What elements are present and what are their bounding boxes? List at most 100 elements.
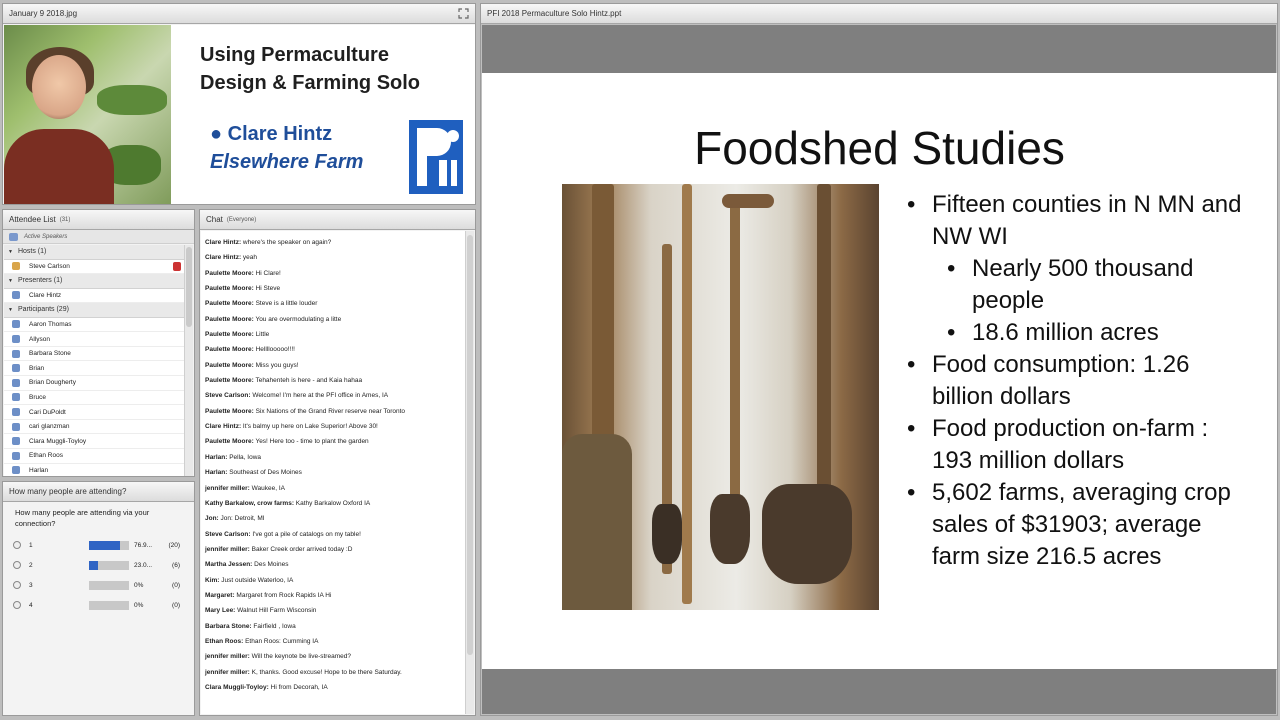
chat-text: Hellllooooo!!!! xyxy=(253,346,295,354)
attendee-row[interactable]: Harlan xyxy=(4,464,187,476)
attendee-row[interactable]: Bruce xyxy=(4,391,187,406)
attendee-name: Aaron Thomas xyxy=(29,320,72,328)
attendee-row[interactable]: Aaron Thomas xyxy=(4,318,187,333)
microphone-icon[interactable] xyxy=(173,261,181,271)
poll-option-label: 2 xyxy=(29,561,33,569)
chat-scope[interactable]: (Everyone) xyxy=(227,217,256,223)
host-icon xyxy=(12,262,20,271)
fullscreen-icon[interactable] xyxy=(458,8,469,19)
attendee-row[interactable]: Barbara Stone xyxy=(4,347,187,362)
chat-sender: Paulette Moore: xyxy=(205,346,254,354)
participant-icon xyxy=(12,451,20,460)
radio-button[interactable] xyxy=(13,541,21,549)
attendee-row[interactable]: cari glanzman xyxy=(4,420,187,435)
collapse-arrow-icon: ▼ xyxy=(8,306,13,313)
radio-button[interactable] xyxy=(13,601,21,609)
chat-text: Margaret from Rock Rapids IA Hi xyxy=(234,591,332,599)
chat-text: I've got a pile of catalogs on my table! xyxy=(250,530,361,538)
participant-list: Aaron Thomas Allyson Barbara Stone Brian Bri… xyxy=(4,318,187,476)
participants-group[interactable]: ▼ Participants (29) xyxy=(4,303,187,318)
chat-sender: Clare Hintz: xyxy=(205,254,242,262)
chat-message: Paulette Moore: Hi Clare! xyxy=(201,266,466,281)
chat-text: Yes! Here too - time to plant the garden xyxy=(253,438,369,446)
chat-scrollbar[interactable] xyxy=(465,231,474,714)
presenters-group[interactable]: ▼ Presenters (1) xyxy=(4,274,187,289)
radio-button[interactable] xyxy=(13,561,21,569)
chat-text: Welcome! I'm here at the PFI office in A… xyxy=(250,392,389,400)
tools-photo xyxy=(562,184,879,610)
attendee-row[interactable]: Cari DuPoldt xyxy=(4,405,187,420)
poll-option-label: 3 xyxy=(29,581,33,589)
chat-sender: Paulette Moore: xyxy=(205,377,254,385)
active-speakers-row[interactable]: Active Speakers xyxy=(3,230,194,244)
poll-option-label: 4 xyxy=(29,601,33,609)
attendee-row[interactable]: Ethan Roos xyxy=(4,449,187,464)
chat-sender: Kim: xyxy=(205,576,220,584)
chat-message: jennifer miller: Baker Creek order arriv… xyxy=(201,542,466,557)
attendee-row[interactable]: Clara Muggli-Toyloy xyxy=(4,434,187,450)
poll-option[interactable]: 3 0% (0) xyxy=(13,578,191,592)
share-pod-title-bar: PFI 2018 Permaculture Solo Hintz.ppt xyxy=(481,4,1277,24)
chat-text: Little xyxy=(253,331,270,339)
chat-message: Steve Carlson: I've got a pile of catalo… xyxy=(201,527,466,542)
chat-text: Tehahenteh is here - and Kaia hahaa xyxy=(253,377,363,385)
attendee-row-presenter[interactable]: Clare Hintz xyxy=(4,288,187,304)
poll-result-percent: 23.0... xyxy=(134,561,153,569)
chat-text: Pella, Iowa xyxy=(227,453,262,461)
slide-sub-bullet: Nearly 500 thousand people xyxy=(902,253,1242,317)
presenter-name: ● Clare Hintz xyxy=(210,123,333,145)
slide-bullet: 5,602 farms, averaging crop sales of $31… xyxy=(902,477,1242,573)
chat-message: Clara Muggli-Toyloy: Hi from Decorah, IA xyxy=(201,680,466,695)
image-heading: Using Permaculture Design & Farming Solo xyxy=(200,44,421,94)
slide-bullet: Food consumption: 1.26 billion dollars xyxy=(902,349,1242,413)
camera-pod-title-bar: January 9 2018.jpg xyxy=(3,4,475,24)
chat-message: Ethan Roos: Ethan Roos: Cumming IA xyxy=(201,634,466,649)
poll-option[interactable]: 2 23.0... (6) xyxy=(13,558,191,572)
poll-result-bar xyxy=(89,560,129,570)
presenter-icon xyxy=(12,291,20,300)
attendee-scrollbar[interactable] xyxy=(184,245,193,476)
presentation-slide: Foodshed Studies Fifteen counties in N M… xyxy=(482,73,1277,670)
chat-sender: Paulette Moore: xyxy=(205,315,254,323)
chat-text: Will the keynote be live-streamed? xyxy=(249,653,351,661)
chat-sender: Paulette Moore: xyxy=(205,407,254,415)
chat-message: Clare Hintz: where's the speaker on agai… xyxy=(201,235,466,250)
chat-sender: Paulette Moore: xyxy=(205,438,254,446)
attendee-list-title: Attendee List xyxy=(9,215,56,224)
attendee-count: (31) xyxy=(59,216,71,223)
chat-message: jennifer miller: Will the keynote be liv… xyxy=(201,649,466,664)
hosts-group[interactable]: ▼ Hosts (1) xyxy=(4,245,187,260)
poll-option[interactable]: 4 0% (0) xyxy=(13,598,191,612)
chat-message-list: Clare Hintz: where's the speaker on agai… xyxy=(201,231,466,714)
chat-message: Clare Hintz: yeah xyxy=(201,250,466,265)
chat-title-bar: Chat (Everyone) xyxy=(200,210,475,230)
poll-result-count: (0) xyxy=(172,601,180,609)
attendee-row[interactable]: Brian xyxy=(4,361,187,377)
poll-question: How many people are attending via your c… xyxy=(15,508,150,528)
chat-sender: Margaret: xyxy=(205,591,235,599)
poll-result-count: (6) xyxy=(172,561,180,569)
collapse-arrow-icon: ▼ xyxy=(8,248,13,255)
radio-button[interactable] xyxy=(13,581,21,589)
attendee-row[interactable]: Allyson xyxy=(4,332,187,347)
attendee-row[interactable]: Brian Dougherty xyxy=(4,376,187,391)
farm-name: Elsewhere Farm xyxy=(210,151,364,173)
chat-message: jennifer miller: K, thanks. Good excuse!… xyxy=(201,665,466,680)
attendee-name: Brian xyxy=(29,364,45,372)
chat-message: Kim: Just outside Waterloo, IA xyxy=(201,573,466,588)
chat-message: Barbara Stone: Fairfield , Iowa xyxy=(201,619,466,634)
chat-text: Waukee, IA xyxy=(249,484,285,492)
attendee-row-host[interactable]: Steve Carlson xyxy=(4,260,187,275)
chat-text: Ethan Roos: Cumming IA xyxy=(243,637,319,645)
participant-icon xyxy=(12,320,20,329)
chat-sender: jennifer miller: xyxy=(205,668,250,676)
slide-bullet: Food production on-farm : 193 million do… xyxy=(902,413,1242,477)
participant-icon xyxy=(12,422,20,431)
chat-message: Clare Hintz: It's balmy up here on Lake … xyxy=(201,419,466,434)
participant-icon xyxy=(12,466,20,475)
participant-icon xyxy=(12,408,20,417)
chat-sender: Ethan Roos: xyxy=(205,637,244,645)
chat-message: Martha Jessen: Des Moines xyxy=(201,557,466,572)
chat-text: Kathy Barkalow Oxford IA xyxy=(293,499,371,507)
poll-option[interactable]: 1 76.9... (20) xyxy=(13,538,191,552)
